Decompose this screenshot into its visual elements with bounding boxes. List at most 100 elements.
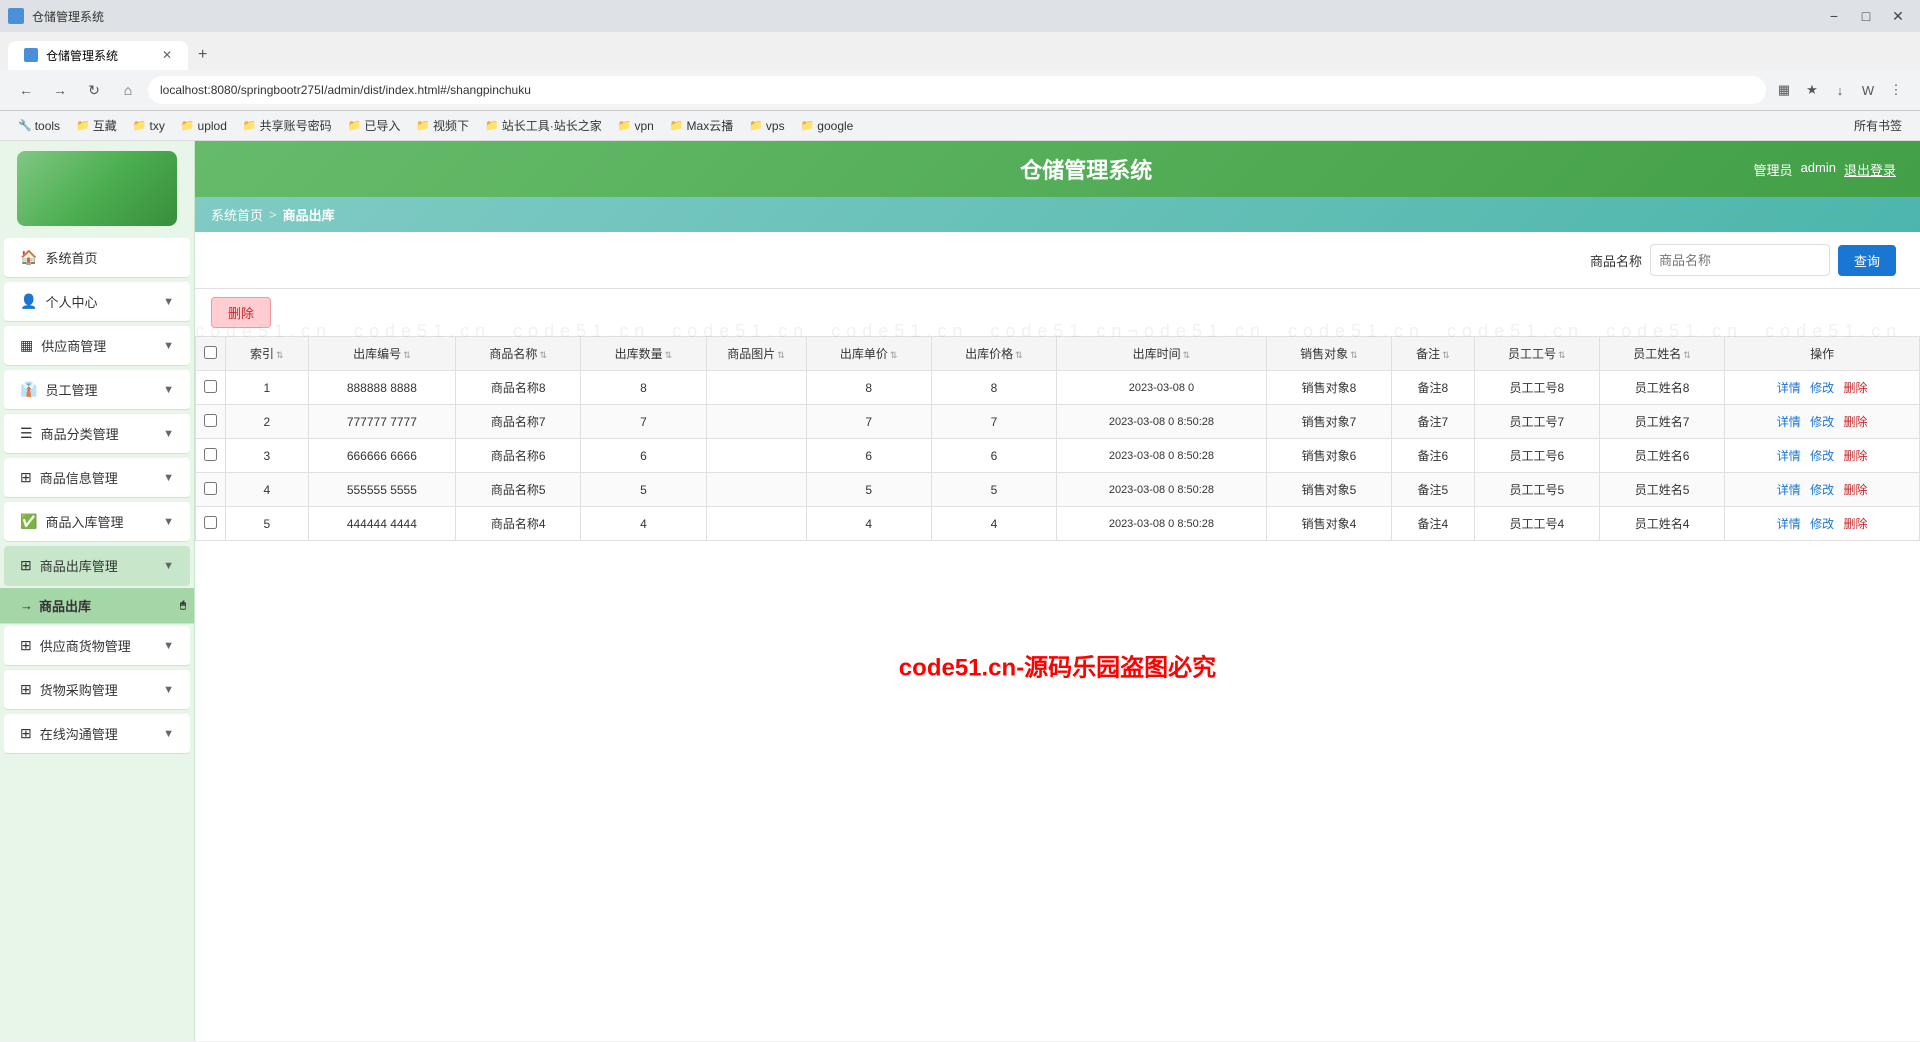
- bookmark-imported[interactable]: 📁 已导入: [342, 115, 407, 136]
- sidebar-item-home[interactable]: 🏠 系统首页: [4, 238, 190, 278]
- bookmark-tools[interactable]: 🔧 tools: [12, 117, 66, 135]
- vps-icon: 📁: [749, 119, 763, 132]
- downloads-button[interactable]: ↓: [1828, 78, 1852, 102]
- search-label: 商品名称: [1590, 251, 1642, 270]
- th-sale-obj: 销售对象⇅: [1266, 337, 1391, 371]
- profile-button[interactable]: W: [1856, 78, 1880, 102]
- bookmark-all[interactable]: 所有书签: [1848, 115, 1908, 136]
- row-checkbox[interactable]: [204, 448, 217, 461]
- edit-link[interactable]: 修改: [1810, 483, 1834, 497]
- row-actions: 详情 修改 删除: [1725, 439, 1920, 473]
- delete-link[interactable]: 删除: [1843, 517, 1867, 531]
- detail-link[interactable]: 详情: [1777, 381, 1801, 395]
- row-order-no: 555555 5555: [308, 473, 455, 507]
- edit-link[interactable]: 修改: [1810, 449, 1834, 463]
- logo-image: [17, 151, 177, 226]
- sidebar-item-supplier-goods[interactable]: ⊞ 供应商货物管理 ▼: [4, 626, 190, 666]
- delete-link[interactable]: 删除: [1843, 449, 1867, 463]
- chevron-down-icon-6: ▼: [163, 516, 174, 528]
- row-sale-obj: 销售对象8: [1266, 371, 1391, 405]
- bookmark-video[interactable]: 📁 视频下: [410, 115, 475, 136]
- back-button[interactable]: ←: [12, 76, 40, 104]
- row-checkbox[interactable]: [204, 482, 217, 495]
- minimize-button[interactable]: −: [1820, 2, 1848, 30]
- chevron-down-icon-4: ▼: [163, 428, 174, 440]
- sidebar-item-online-comm[interactable]: ⊞ 在线沟通管理 ▼: [4, 714, 190, 754]
- reload-button[interactable]: ↻: [80, 76, 108, 104]
- close-button[interactable]: ✕: [1884, 2, 1912, 30]
- table-toolbar: 删除: [195, 289, 1920, 336]
- employee-icon: 👔: [20, 381, 37, 398]
- row-remark: 备注6: [1392, 439, 1475, 473]
- edit-link[interactable]: 修改: [1810, 415, 1834, 429]
- delete-link[interactable]: 删除: [1843, 483, 1867, 497]
- sort-icon-12: ⇅: [1683, 350, 1691, 360]
- delete-link[interactable]: 删除: [1843, 415, 1867, 429]
- select-all-checkbox[interactable]: [204, 346, 217, 359]
- row-out-price: 6: [931, 439, 1056, 473]
- detail-link[interactable]: 详情: [1777, 483, 1801, 497]
- row-actions: 详情 修改 删除: [1725, 507, 1920, 541]
- row-sale-obj: 销售对象7: [1266, 405, 1391, 439]
- online-comm-icon: ⊞: [20, 725, 32, 742]
- bookmark-uplod[interactable]: 📁 uplod: [175, 117, 233, 135]
- row-checkbox[interactable]: [204, 380, 217, 393]
- row-index: 5: [226, 507, 309, 541]
- browser-tab-active[interactable]: 仓储管理系统 ✕: [8, 41, 188, 70]
- delete-link[interactable]: 删除: [1843, 381, 1867, 395]
- row-out-time: 2023-03-08 0 8:50:28: [1057, 507, 1267, 541]
- row-emp-name: 员工姓名7: [1599, 405, 1724, 439]
- row-checkbox[interactable]: [204, 414, 217, 427]
- sidebar-item-product-info[interactable]: ⊞ 商品信息管理 ▼: [4, 458, 190, 498]
- bookmark-vps[interactable]: 📁 vps: [743, 117, 790, 135]
- row-index: 1: [226, 371, 309, 405]
- row-index: 4: [226, 473, 309, 507]
- row-checkbox-cell: [196, 439, 226, 473]
- browser-action-buttons: ▦ ★ ↓ W ⋮: [1772, 78, 1908, 102]
- browser-controls: ← → ↻ ⌂ ▦ ★ ↓ W ⋮: [0, 70, 1920, 111]
- sidebar-item-stock-in[interactable]: ✅ 商品入库管理 ▼: [4, 502, 190, 542]
- detail-link[interactable]: 详情: [1777, 415, 1801, 429]
- bookmark-video-label: 视频下: [433, 117, 469, 134]
- purchase-icon: ⊞: [20, 681, 32, 698]
- sort-icon: ⇅: [276, 350, 284, 360]
- bookmark-shared-pwd[interactable]: 📁 共享账号密码: [237, 115, 338, 136]
- row-checkbox[interactable]: [204, 516, 217, 529]
- bookmark-google[interactable]: 📁 google: [795, 117, 860, 135]
- edit-link[interactable]: 修改: [1810, 381, 1834, 395]
- new-tab-button[interactable]: +: [192, 40, 213, 70]
- sidebar-item-purchase[interactable]: ⊞ 货物采购管理 ▼: [4, 670, 190, 710]
- bookmark-vpn[interactable]: 📁 vpn: [612, 117, 660, 135]
- forward-button[interactable]: →: [46, 76, 74, 104]
- bookmark-webmaster[interactable]: 📁 站长工具·站长之家: [479, 115, 608, 136]
- th-order-no: 出库编号⇅: [308, 337, 455, 371]
- extensions-button[interactable]: ▦: [1772, 78, 1796, 102]
- edit-link[interactable]: 修改: [1810, 517, 1834, 531]
- maximize-button[interactable]: □: [1852, 2, 1880, 30]
- detail-link[interactable]: 详情: [1777, 517, 1801, 531]
- tab-close-button[interactable]: ✕: [162, 48, 172, 62]
- bookmark-txy[interactable]: 📁 txy: [127, 117, 171, 135]
- search-input[interactable]: [1650, 244, 1830, 276]
- sidebar-item-stock-out-mgr[interactable]: ⊞ 商品出库管理 ▼: [4, 546, 190, 586]
- table-row: 2 777777 7777 商品名称7 7 7 7 2023-03-08 0 8…: [196, 405, 1920, 439]
- sidebar-item-category[interactable]: ☰ 商品分类管理 ▼: [4, 414, 190, 454]
- menu-button[interactable]: ⋮: [1884, 78, 1908, 102]
- bookmark-button[interactable]: ★: [1800, 78, 1824, 102]
- breadcrumb-home[interactable]: 系统首页: [211, 205, 263, 224]
- address-bar[interactable]: [148, 76, 1766, 104]
- search-button[interactable]: 查询: [1838, 245, 1896, 276]
- batch-delete-button[interactable]: 删除: [211, 297, 271, 328]
- home-button[interactable]: ⌂: [114, 76, 142, 104]
- sidebar-item-employee[interactable]: 👔 员工管理 ▼: [4, 370, 190, 410]
- bookmark-maxcloud[interactable]: 📁 Max云播: [664, 115, 739, 136]
- sort-icon-8: ⇅: [1183, 350, 1191, 360]
- logout-button[interactable]: 退出登录: [1844, 160, 1896, 179]
- detail-link[interactable]: 详情: [1777, 449, 1801, 463]
- bookmark-huzang[interactable]: 📁 互藏: [70, 115, 123, 136]
- sidebar-item-stock-out[interactable]: → 商品出库 🖱: [0, 588, 194, 624]
- row-product-img: [706, 473, 806, 507]
- sidebar-item-personal[interactable]: 👤 个人中心 ▼: [4, 282, 190, 322]
- row-order-no: 777777 7777: [308, 405, 455, 439]
- sidebar-item-supplier[interactable]: ▦ 供应商管理 ▼: [4, 326, 190, 366]
